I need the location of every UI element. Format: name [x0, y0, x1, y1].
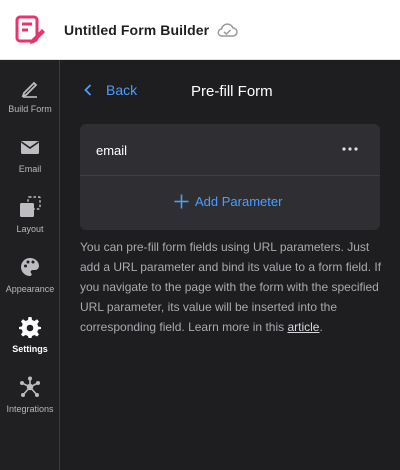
- chevron-left-icon: [84, 84, 92, 96]
- sidebar: Build Form Email Layout Appearance Setti…: [0, 60, 60, 470]
- sidebar-item-email[interactable]: Email: [0, 126, 60, 186]
- add-parameter-button[interactable]: Add Parameter: [174, 194, 282, 209]
- envelope-icon: [21, 141, 39, 154]
- form-logo-icon[interactable]: [14, 14, 48, 48]
- sidebar-item-layout[interactable]: Layout: [0, 186, 60, 246]
- article-link[interactable]: article: [287, 320, 319, 334]
- more-options-icon[interactable]: [336, 138, 364, 160]
- plus-icon: [174, 194, 189, 209]
- help-text-suffix: .: [319, 320, 323, 334]
- back-button[interactable]: Back: [84, 82, 137, 98]
- sidebar-item-label: Email: [18, 164, 42, 174]
- parameters-card: email Add Parameter: [80, 124, 380, 230]
- integrations-icon: [20, 376, 40, 397]
- back-label: Back: [106, 82, 138, 98]
- panel-title: Pre-fill Form: [191, 83, 273, 100]
- sidebar-item-appearance[interactable]: Appearance: [0, 246, 60, 306]
- parameter-name: email: [96, 143, 128, 158]
- help-text: You can pre-fill form fields using URL p…: [80, 237, 382, 337]
- app-header: Untitled Form Builder: [0, 0, 400, 60]
- sidebar-item-integrations[interactable]: Integrations: [0, 366, 60, 426]
- prefill-panel: Back Pre-fill Form email Add Parameter Y…: [60, 60, 400, 470]
- add-parameter-label: Add Parameter: [195, 194, 283, 209]
- gear-icon: [19, 317, 41, 338]
- sidebar-item-build-form[interactable]: Build Form: [0, 66, 60, 126]
- parameter-row[interactable]: email: [80, 124, 380, 176]
- cloud-check-icon: [217, 23, 238, 37]
- sidebar-item-label: Settings: [12, 344, 48, 354]
- palette-icon: [21, 258, 39, 276]
- sidebar-item-label: Appearance: [5, 284, 55, 294]
- pencil-icon: [21, 81, 38, 98]
- help-text-body: You can pre-fill form fields using URL p…: [80, 240, 382, 334]
- app-title[interactable]: Untitled Form Builder: [64, 22, 209, 38]
- sidebar-item-settings[interactable]: Settings: [0, 306, 60, 366]
- sidebar-item-label: Layout: [16, 224, 44, 234]
- sidebar-item-label: Build Form: [8, 104, 52, 114]
- layout-icon: [20, 196, 41, 217]
- sidebar-item-label: Integrations: [6, 404, 54, 414]
